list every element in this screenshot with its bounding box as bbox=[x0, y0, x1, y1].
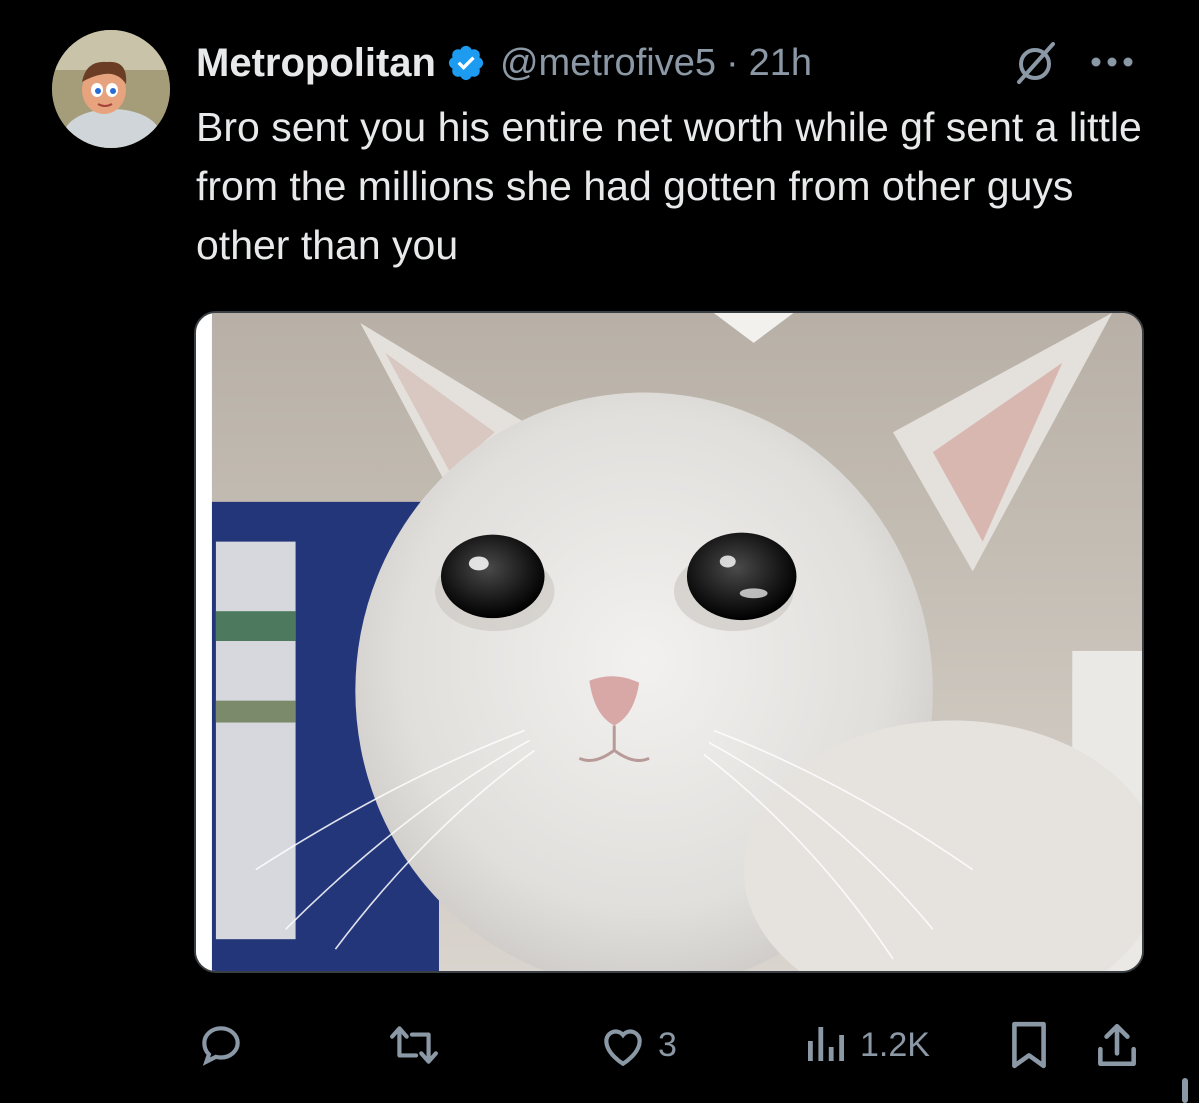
bookmark-button[interactable] bbox=[1008, 1010, 1050, 1080]
more-options-icon[interactable] bbox=[1082, 44, 1142, 80]
verified-badge-icon[interactable] bbox=[446, 43, 486, 83]
avatar-image bbox=[52, 30, 170, 148]
reply-icon bbox=[202, 1026, 240, 1066]
crying-cat-image bbox=[196, 313, 1142, 971]
like-count: 3 bbox=[658, 1025, 677, 1064]
timestamp[interactable]: 21h bbox=[749, 42, 812, 85]
tweet-header: Metropolitan @metrofive5 · 21h bbox=[196, 36, 812, 90]
tweet-media-image[interactable] bbox=[194, 311, 1144, 973]
repost-button[interactable] bbox=[386, 1010, 452, 1080]
like-icon bbox=[604, 1029, 642, 1067]
share-button[interactable] bbox=[1094, 1010, 1140, 1080]
like-button[interactable]: 3 bbox=[598, 1010, 677, 1080]
tweet-text: Bro sent you his entire net worth while … bbox=[196, 104, 1142, 268]
separator-dot: · bbox=[725, 41, 739, 84]
tweet[interactable]: Metropolitan @metrofive5 · 21h Bro sent … bbox=[0, 0, 1199, 1103]
share-icon bbox=[1098, 1023, 1136, 1067]
display-name[interactable]: Metropolitan bbox=[196, 41, 436, 86]
grok-icon[interactable] bbox=[1013, 40, 1059, 86]
user-handle[interactable]: @metrofive5 bbox=[500, 42, 716, 85]
views-button[interactable]: 1.2K bbox=[802, 1010, 930, 1080]
avatar[interactable] bbox=[52, 30, 170, 148]
views-icon bbox=[808, 1027, 844, 1061]
action-bar: 3 1.2K bbox=[0, 1010, 1199, 1080]
views-count: 1.2K bbox=[860, 1025, 930, 1064]
scrollbar[interactable] bbox=[1182, 1078, 1188, 1103]
bookmark-icon bbox=[1012, 1021, 1046, 1069]
reply-button[interactable] bbox=[196, 1010, 256, 1080]
repost-icon bbox=[390, 1026, 438, 1064]
